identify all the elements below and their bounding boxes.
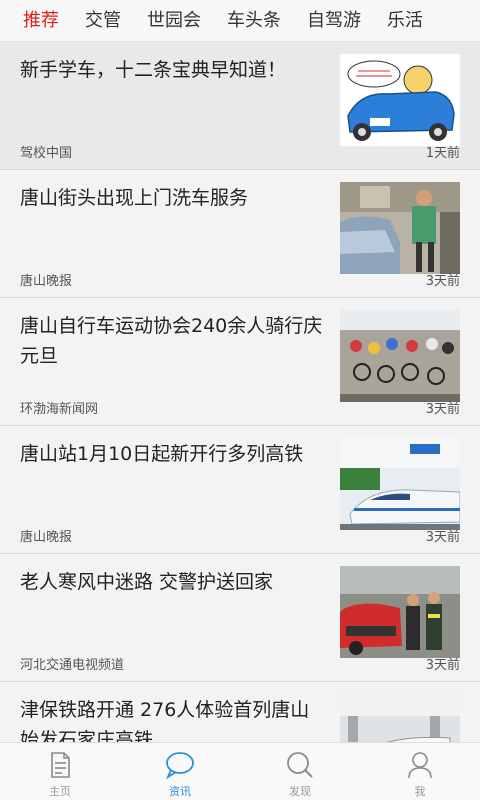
news-thumbnail bbox=[340, 310, 460, 402]
news-time: 3天前 bbox=[425, 402, 460, 417]
news-title: 老人寒风中迷路 交警护送回家 bbox=[20, 571, 274, 593]
news-time: 1天前 bbox=[425, 146, 460, 161]
tab-traffic-control[interactable]: 交管 bbox=[72, 0, 134, 41]
tab-recommend[interactable]: 推荐 bbox=[0, 0, 72, 41]
news-thumbnail bbox=[340, 438, 460, 530]
news-item[interactable]: 唐山街头出现上门洗车服务 唐山晚报 3天前 bbox=[0, 170, 480, 298]
news-thumbnail bbox=[340, 694, 460, 742]
news-time: 3天前 bbox=[425, 658, 460, 673]
news-title: 津保铁路开通 276人体验首列唐山始发石家庄高铁 bbox=[20, 699, 310, 742]
news-title: 唐山街头出现上门洗车服务 bbox=[20, 187, 249, 209]
news-thumbnail bbox=[340, 182, 460, 274]
tab-world-expo[interactable]: 世园会 bbox=[134, 0, 214, 41]
nav-discover-label: 发现 bbox=[289, 785, 311, 798]
nav-me[interactable]: 我 bbox=[360, 743, 480, 800]
category-tabs: 推荐 交管 世园会 车头条 自驾游 乐活 bbox=[0, 0, 480, 42]
tab-road-trip[interactable]: 自驾游 bbox=[294, 0, 374, 41]
chat-bubble-icon bbox=[166, 752, 194, 780]
bottom-navigation: 主页 资讯 发现 我 bbox=[0, 742, 480, 800]
news-title: 唐山站1月10日起新开行多列高铁 bbox=[20, 443, 304, 465]
person-icon bbox=[408, 752, 432, 779]
news-source: 唐山晚报 bbox=[20, 530, 73, 545]
news-thumbnail bbox=[340, 54, 460, 146]
nav-home[interactable]: 主页 bbox=[0, 743, 120, 800]
news-title: 唐山自行车运动协会240余人骑行庆元旦 bbox=[20, 315, 323, 367]
nav-me-label: 我 bbox=[414, 785, 426, 798]
nav-news-label: 资讯 bbox=[169, 785, 191, 798]
news-item[interactable]: 新手学车，十二条宝典早知道！ 驾校中国 1天前 bbox=[0, 42, 480, 170]
tab-lifestyle[interactable]: 乐活 bbox=[374, 0, 436, 41]
document-icon bbox=[51, 752, 70, 778]
news-source: 河北交通电视频道 bbox=[20, 658, 125, 673]
news-time: 3天前 bbox=[425, 274, 460, 289]
news-item[interactable]: 唐山站1月10日起新开行多列高铁 唐山晚报 3天前 bbox=[0, 426, 480, 554]
search-icon bbox=[287, 752, 313, 778]
news-source: 唐山晚报 bbox=[20, 274, 73, 289]
nav-news[interactable]: 资讯 bbox=[120, 743, 240, 800]
news-time: 3天前 bbox=[425, 530, 460, 545]
tab-car-headlines[interactable]: 车头条 bbox=[214, 0, 294, 41]
news-thumbnail bbox=[340, 566, 460, 658]
nav-discover[interactable]: 发现 bbox=[240, 743, 360, 800]
news-item[interactable]: 津保铁路开通 276人体验首列唐山始发石家庄高铁 bbox=[0, 682, 480, 742]
nav-home-label: 主页 bbox=[49, 785, 71, 798]
news-item[interactable]: 唐山自行车运动协会240余人骑行庆元旦 环渤海新闻网 3天前 bbox=[0, 298, 480, 426]
news-item[interactable]: 老人寒风中迷路 交警护送回家 河北交通电视频道 3天前 bbox=[0, 554, 480, 682]
news-feed: 新手学车，十二条宝典早知道！ 驾校中国 1天前 唐山街头出现上门洗车服务 唐山晚… bbox=[0, 42, 480, 742]
news-source: 驾校中国 bbox=[20, 146, 73, 161]
news-title: 新手学车，十二条宝典早知道！ bbox=[20, 59, 287, 81]
news-source: 环渤海新闻网 bbox=[20, 402, 99, 417]
